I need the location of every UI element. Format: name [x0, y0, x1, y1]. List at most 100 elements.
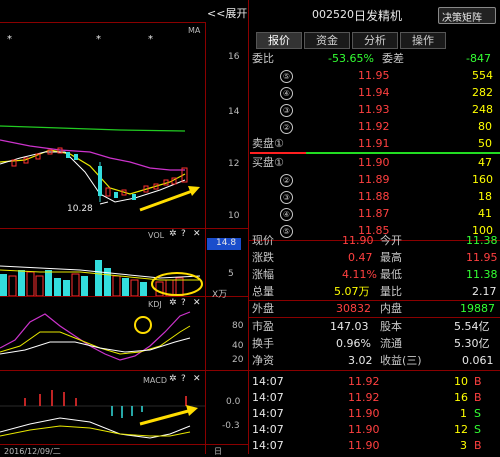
stat-label: 量比: [380, 285, 402, 298]
kdj-tick: 20: [232, 355, 244, 365]
tab-funds[interactable]: 资金: [304, 32, 350, 49]
stat-row: 市盈 147.03 股本 5.54亿: [248, 318, 500, 335]
axis-divider: [205, 22, 206, 454]
bid-row[interactable]: 买盘① 11.90 47: [248, 154, 500, 171]
bid1-label: 买盘①: [252, 156, 284, 169]
stat-value: 5.54亿: [454, 320, 490, 333]
bid-price: 11.90: [358, 156, 390, 169]
stat-row: 外盘 30832 内盘 19887: [248, 300, 500, 317]
bid-price: 11.89: [358, 173, 390, 186]
ask-price: 11.94: [358, 86, 390, 99]
kdj-tick: 40: [232, 341, 244, 351]
ask-row[interactable]: ② 11.92 80: [248, 118, 500, 135]
bid-volume: 18: [478, 190, 492, 203]
stat-row: 涨幅 4.11% 最低 11.38: [248, 266, 500, 283]
stat-label: 换手: [252, 337, 274, 350]
stat-label: 最高: [380, 251, 402, 264]
close-icon[interactable]: ✕: [193, 298, 201, 308]
kdj-chart: [0, 311, 191, 361]
bid-price: 11.87: [358, 207, 390, 220]
candles: [11, 147, 188, 202]
bid-volume: 41: [478, 207, 492, 220]
ask-price: 11.95: [358, 69, 390, 82]
stat-label: 流通: [380, 337, 402, 350]
trade-direction: S: [474, 423, 481, 436]
trade-row: 14:07 11.90 1 S: [248, 405, 500, 422]
decision-matrix-label: 决策矩阵: [442, 13, 482, 24]
stat-label: 总量: [252, 285, 274, 298]
macd-chart: [0, 390, 205, 439]
chart-area[interactable]: * * * MA <<展开 16 14 12 10 10.28 VOL ✲ ? …: [0, 0, 248, 456]
bid-row[interactable]: ④ 11.87 41: [248, 205, 500, 222]
macd-tick: 0.0: [226, 397, 241, 407]
vol-tick: 5: [228, 269, 234, 279]
trade-price: 11.90: [348, 439, 380, 452]
trade-row: 14:07 11.90 3 B: [248, 437, 500, 454]
trade-price: 11.90: [348, 423, 380, 436]
trade-direction: B: [474, 439, 482, 452]
low-price-label: 10.28: [67, 204, 93, 214]
bid-volume: 160: [472, 173, 493, 186]
volume-chart: [0, 260, 203, 296]
ask-row[interactable]: ④ 11.94 282: [248, 84, 500, 101]
ask-row[interactable]: ③ 11.93 248: [248, 101, 500, 118]
trade-volume: 1: [460, 407, 467, 420]
ask-volume: 80: [478, 120, 492, 133]
bid-volume: 47: [478, 156, 492, 169]
stat-label: 市盈: [252, 320, 274, 333]
ask-row[interactable]: ⑤ 11.95 554: [248, 67, 500, 84]
trade-volume: 12: [454, 423, 468, 436]
help-icon[interactable]: ?: [181, 298, 186, 308]
bid-row[interactable]: ③ 11.88 18: [248, 188, 500, 205]
stat-value: 11.38: [466, 234, 498, 247]
date-label: 2016/12/09/二: [4, 447, 61, 456]
close-icon[interactable]: ✕: [193, 229, 201, 239]
price-tick: 14: [228, 107, 240, 117]
divider: [0, 228, 248, 229]
stat-label: 现价: [252, 234, 274, 247]
period-label: 日: [214, 447, 222, 456]
trade-time: 14:07: [252, 375, 284, 388]
ask-row[interactable]: 卖盘① 11.91 50: [248, 135, 500, 152]
price-tick: 16: [228, 52, 240, 62]
level-badge: ⑤: [280, 70, 293, 83]
stat-label: 净资: [252, 354, 274, 367]
help-icon[interactable]: ?: [181, 229, 186, 239]
diff-label: 委差: [382, 52, 404, 65]
order-ratio-row: 委比 -53.65% 委差 -847: [248, 50, 500, 67]
decision-matrix-button[interactable]: 决策矩阵: [438, 7, 496, 24]
stat-value: 11.90: [342, 234, 374, 247]
stat-row: 现价 11.90 今开 11.38: [248, 232, 500, 249]
trade-row: 14:07 11.92 10 B: [248, 373, 500, 390]
stat-value: 11.38: [466, 268, 498, 281]
kdj-label: KDJ: [148, 300, 162, 309]
trade-volume: 16: [454, 391, 468, 404]
quote-panel: 002520 日发精机 决策矩阵 报价 资金 分析 操作 委比 -53.65% …: [248, 0, 500, 454]
gear-icon[interactable]: ✲: [169, 229, 177, 239]
level-badge: ③: [280, 104, 293, 117]
stat-label: 外盘: [252, 302, 274, 315]
price-tick: 12: [228, 159, 240, 169]
ask-volume: 50: [478, 137, 492, 150]
ma-line-magenta: [0, 139, 185, 171]
tab-quote[interactable]: 报价: [256, 32, 302, 49]
stat-value: 147.03: [330, 320, 369, 333]
bid-row[interactable]: ② 11.89 160: [248, 171, 500, 188]
ask-volume: 282: [472, 86, 493, 99]
trade-price: 11.92: [348, 391, 380, 404]
stat-row: 总量 5.07万 量比 2.17: [248, 283, 500, 300]
divider: [0, 296, 248, 297]
trade-time: 14:07: [252, 423, 284, 436]
trade-direction: S: [474, 407, 481, 420]
gear-icon[interactable]: ✲: [169, 298, 177, 308]
ask1-label: 卖盘①: [252, 137, 284, 150]
macd-tick: -0.3: [222, 421, 240, 431]
ratio-label: 委比: [252, 52, 274, 65]
tab-analysis[interactable]: 分析: [352, 32, 398, 49]
stat-label: 股本: [380, 320, 402, 333]
expand-button[interactable]: <<展开: [207, 5, 247, 21]
stat-row: 换手 0.96% 流通 5.30亿: [248, 335, 500, 352]
trade-volume: 10: [454, 375, 468, 388]
tab-operate[interactable]: 操作: [400, 32, 446, 49]
trade-row: 14:07 11.90 12 S: [248, 421, 500, 438]
